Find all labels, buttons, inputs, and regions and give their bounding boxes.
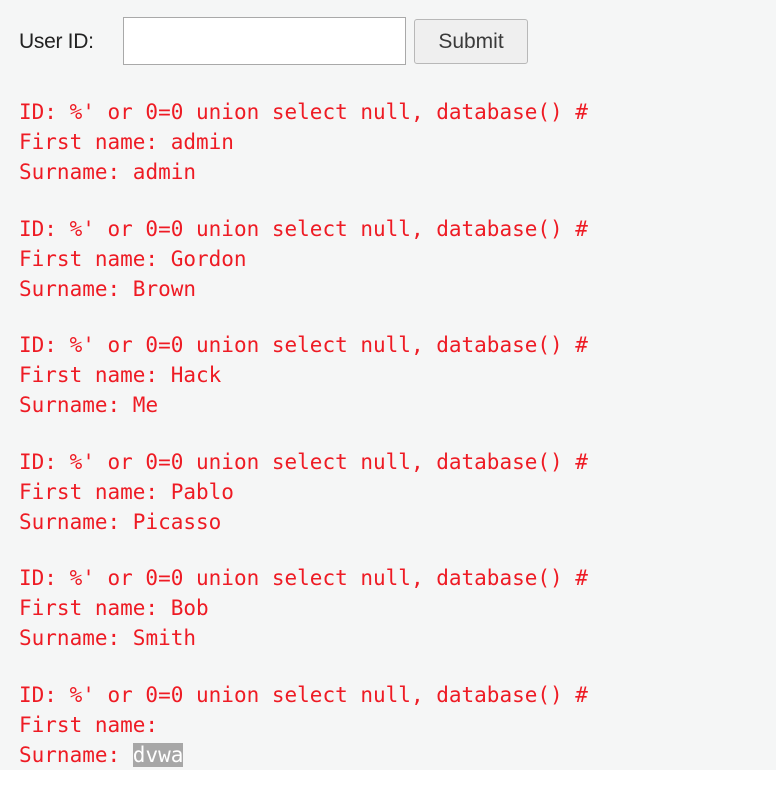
- result-id-value: %' or 0=0 union select null, database() …: [69, 333, 588, 357]
- result-id-value: %' or 0=0 union select null, database() …: [69, 449, 588, 474]
- result-first-name-line: First name: Bob: [19, 593, 759, 623]
- result-surname-line: Surname: dvwa: [19, 740, 759, 770]
- result-surname-line: Surname: Brown: [19, 274, 759, 304]
- result-first-name-label: First name:: [19, 596, 171, 620]
- result-surname-label: Surname:: [19, 393, 133, 417]
- result-surname-line: Surname: admin: [19, 157, 759, 187]
- sqli-panel: User ID: Submit ID: %' or 0=0 union sele…: [0, 0, 776, 770]
- user-id-form: User ID: Submit: [19, 17, 528, 67]
- result-surname-label: Surname:: [19, 160, 133, 184]
- result-surname-value: Picasso: [132, 509, 222, 534]
- result-id-label: ID:: [19, 566, 70, 590]
- result-id-value: %' or 0=0 union select null, database() …: [69, 216, 588, 241]
- result-surname-label: Surname:: [19, 509, 133, 534]
- result-surname-value: Smith: [132, 626, 197, 650]
- result-id-label: ID:: [19, 333, 70, 357]
- result-id-label: ID:: [19, 682, 70, 707]
- result-first-name-value: Gordon: [170, 246, 247, 271]
- result-first-name-value: Bob: [170, 596, 209, 620]
- result-surname-value: Me: [132, 393, 159, 417]
- result-id-value: %' or 0=0 union select null, database() …: [69, 566, 588, 590]
- result-first-name-line: First name: Gordon: [19, 244, 759, 274]
- result-first-name-label: First name:: [19, 246, 171, 271]
- result-first-name-line: First name: admin: [19, 127, 759, 157]
- result-id-line: ID: %' or 0=0 union select null, databas…: [19, 97, 759, 127]
- result-first-name-label: First name:: [19, 363, 171, 387]
- result-item: ID: %' or 0=0 union select null, databas…: [19, 563, 759, 653]
- result-first-name-label: First name:: [19, 130, 171, 154]
- user-id-label: User ID:: [19, 30, 94, 53]
- result-first-name-value: Hack: [170, 363, 222, 387]
- result-item: ID: %' or 0=0 union select null, databas…: [19, 214, 759, 304]
- result-surname-label: Surname:: [19, 742, 133, 767]
- result-first-name-line: First name:: [19, 710, 759, 740]
- result-first-name-line: First name: Hack: [19, 360, 759, 390]
- result-id-label: ID:: [19, 449, 70, 474]
- result-item: ID: %' or 0=0 union select null, databas…: [19, 680, 759, 770]
- result-surname-value: admin: [132, 160, 197, 184]
- result-id-line: ID: %' or 0=0 union select null, databas…: [19, 330, 759, 360]
- result-first-name-line: First name: Pablo: [19, 477, 759, 507]
- result-id-line: ID: %' or 0=0 union select null, databas…: [19, 680, 759, 710]
- result-id-line: ID: %' or 0=0 union select null, databas…: [19, 563, 759, 593]
- result-item: ID: %' or 0=0 union select null, databas…: [19, 97, 759, 187]
- result-surname-value: dvwa: [132, 742, 184, 767]
- result-id-line: ID: %' or 0=0 union select null, databas…: [19, 447, 759, 477]
- result-first-name-value: admin: [170, 130, 234, 154]
- result-first-name-value: Pablo: [170, 479, 234, 504]
- result-item: ID: %' or 0=0 union select null, databas…: [19, 447, 759, 537]
- result-surname-line: Surname: Smith: [19, 623, 759, 653]
- query-results: ID: %' or 0=0 union select null, databas…: [19, 97, 759, 796]
- result-item: ID: %' or 0=0 union select null, databas…: [19, 330, 759, 420]
- result-id-line: ID: %' or 0=0 union select null, databas…: [19, 214, 759, 244]
- result-surname-value: Brown: [132, 276, 197, 301]
- result-surname-label: Surname:: [19, 626, 133, 650]
- result-surname-line: Surname: Me: [19, 390, 759, 420]
- result-id-value: %' or 0=0 union select null, database() …: [69, 100, 588, 124]
- result-surname-label: Surname:: [19, 276, 133, 301]
- result-first-name-label: First name:: [19, 479, 171, 504]
- result-surname-line: Surname: Picasso: [19, 507, 759, 537]
- submit-button[interactable]: Submit: [414, 19, 528, 64]
- result-id-label: ID:: [19, 216, 70, 241]
- result-id-value: %' or 0=0 union select null, database() …: [69, 682, 588, 707]
- result-first-name-label: First name:: [19, 712, 171, 737]
- user-id-input[interactable]: [123, 17, 406, 65]
- result-id-label: ID:: [19, 100, 70, 124]
